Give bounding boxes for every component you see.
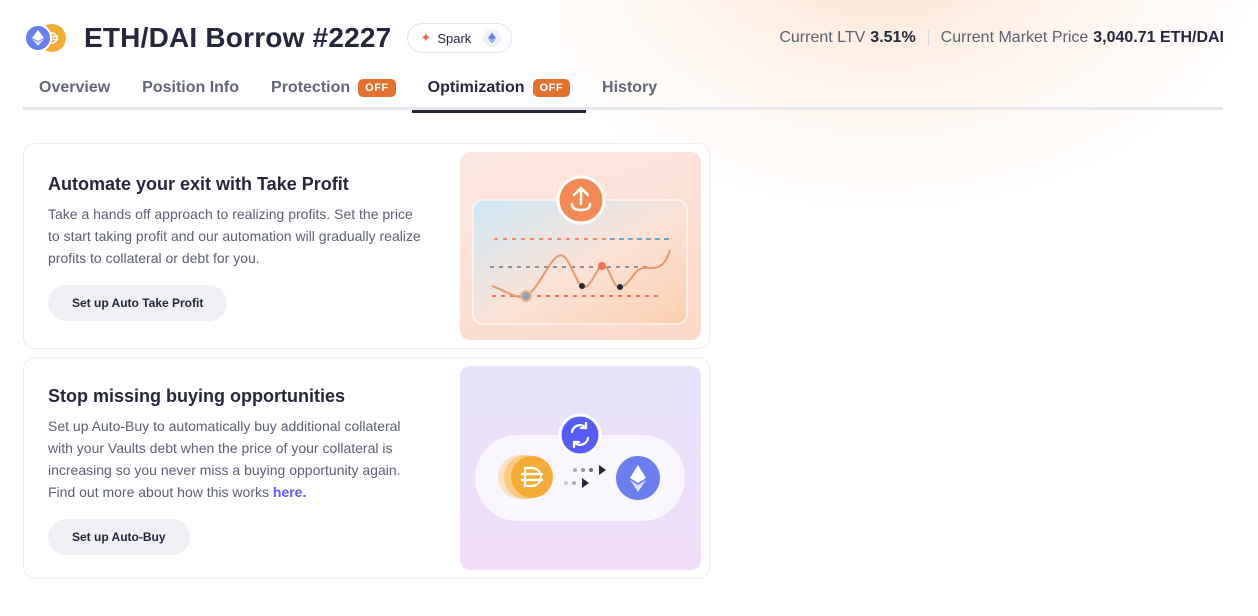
tab-label: Optimization bbox=[427, 79, 525, 96]
market-price-value: 3,040.71 ETH/DAI bbox=[1093, 29, 1224, 46]
tab-protection[interactable]: Protection OFF bbox=[255, 66, 412, 110]
tab-overview[interactable]: Overview bbox=[23, 66, 126, 110]
card-description: Set up Auto-Buy to automatically buy add… bbox=[48, 415, 428, 503]
ltv-value: 3.51% bbox=[870, 29, 916, 46]
page-title: ETH/DAI Borrow #2227 bbox=[84, 22, 392, 53]
network-eth-icon bbox=[483, 29, 502, 47]
protocol-label: Spark bbox=[437, 30, 472, 46]
auto-buy-illustration bbox=[460, 366, 701, 570]
protocol-badge[interactable]: ✦ Spark bbox=[407, 23, 513, 53]
setup-auto-take-profit-button[interactable]: Set up Auto Take Profit bbox=[48, 285, 228, 321]
market-price-label: Current Market Price bbox=[940, 29, 1089, 46]
card-description: Take a hands off approach to realizing p… bbox=[48, 206, 421, 266]
stat-divider bbox=[927, 30, 929, 46]
tab-history[interactable]: History bbox=[586, 66, 673, 110]
status-badge: OFF bbox=[532, 79, 571, 97]
learn-more-link[interactable]: here. bbox=[273, 484, 306, 500]
token-pair-icons bbox=[24, 24, 68, 52]
ltv-label: Current LTV bbox=[779, 29, 866, 46]
card-title: Stop missing buying opportunities bbox=[48, 386, 345, 406]
tab-position-info[interactable]: Position Info bbox=[126, 66, 255, 110]
take-profit-card: Automate your exit with Take Profit Take… bbox=[23, 143, 710, 349]
status-badge: OFF bbox=[358, 79, 396, 97]
page-header: ETH/DAI Borrow #2227 ✦ Spark Current LTV… bbox=[24, 18, 1224, 58]
take-profit-text: Automate your exit with Take Profit Take… bbox=[48, 174, 428, 269]
card-description-text: Set up Auto-Buy to automatically buy add… bbox=[48, 418, 401, 500]
eth-icon bbox=[24, 24, 52, 52]
header-stats: Current LTV 3.51% Current Market Price 3… bbox=[779, 29, 1224, 47]
auto-buy-card: Stop missing buying opportunities Set up… bbox=[23, 357, 710, 579]
tab-optimization[interactable]: Optimization OFF bbox=[411, 66, 587, 113]
take-profit-illustration bbox=[460, 152, 701, 340]
spark-star-icon: ✦ bbox=[420, 30, 432, 45]
setup-auto-buy-button[interactable]: Set up Auto-Buy bbox=[48, 519, 190, 555]
position-tabs: Overview Position Info Protection OFF Op… bbox=[23, 66, 1223, 113]
tab-label: Overview bbox=[39, 79, 111, 96]
tab-label: History bbox=[602, 79, 658, 96]
auto-buy-text: Stop missing buying opportunities Set up… bbox=[48, 386, 428, 503]
tab-label: Protection bbox=[271, 79, 351, 96]
card-title: Automate your exit with Take Profit bbox=[48, 174, 349, 194]
tab-label: Position Info bbox=[142, 79, 240, 96]
